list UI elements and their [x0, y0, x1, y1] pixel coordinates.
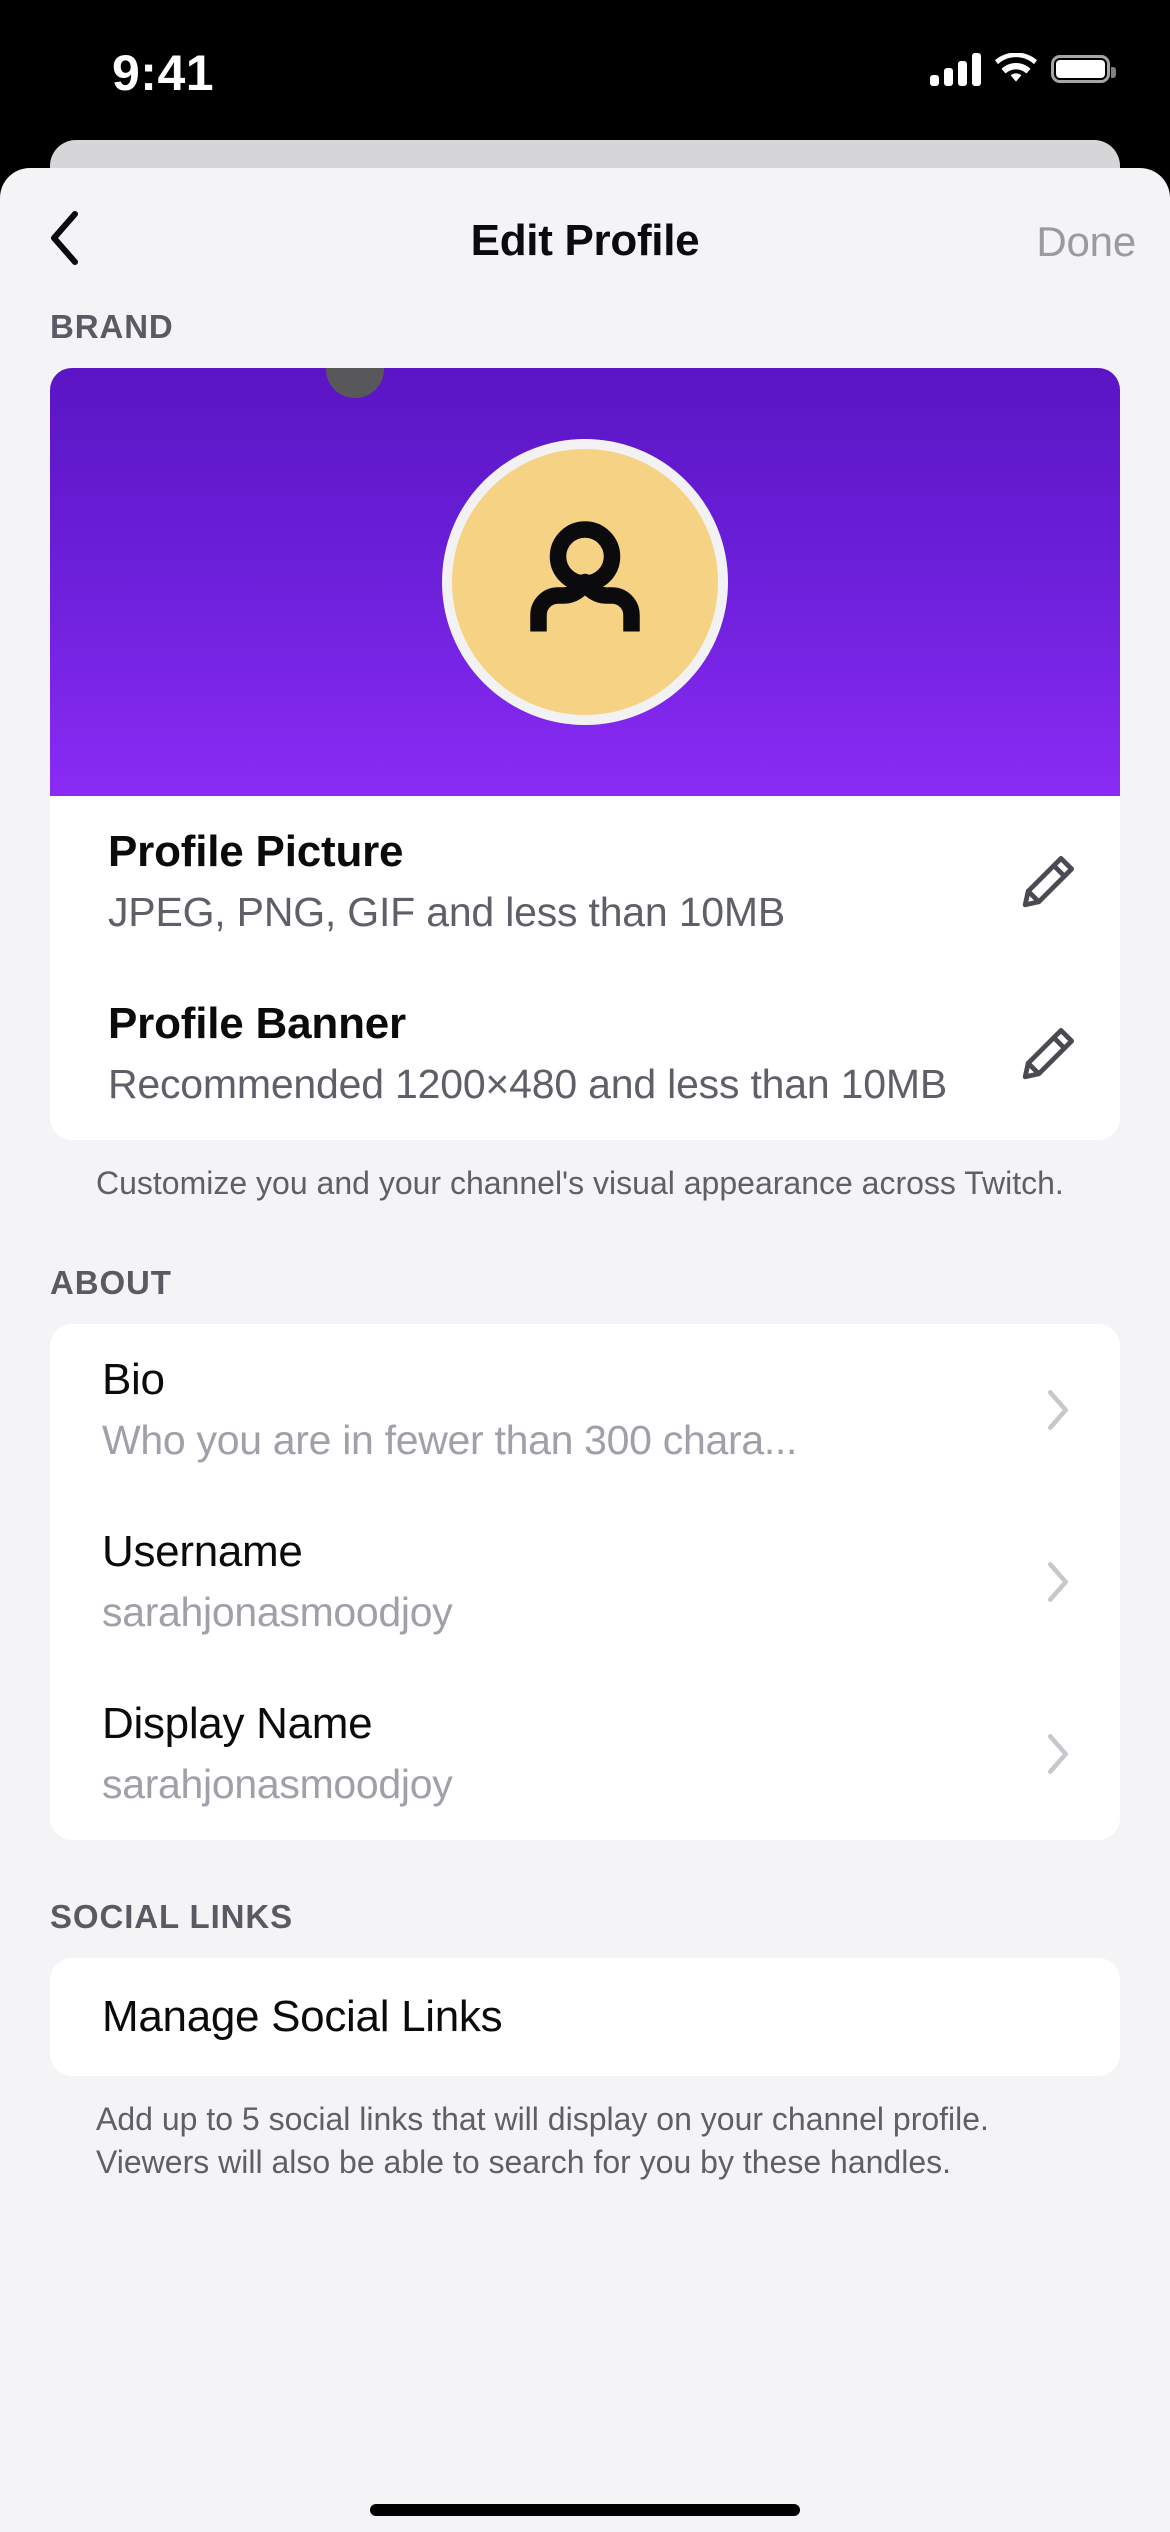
row-profile-picture-text: Profile Picture JPEG, PNG, GIF and less …: [108, 827, 1016, 937]
about-card: Bio Who you are in fewer than 300 chara.…: [50, 1323, 1120, 1840]
home-indicator[interactable]: [370, 2504, 800, 2516]
row-profile-banner[interactable]: Profile Banner Recommended 1200×480 and …: [50, 968, 1120, 1140]
row-bio[interactable]: Bio Who you are in fewer than 300 chara.…: [50, 1324, 1120, 1496]
chevron-right-icon: [1047, 1561, 1069, 1602]
row-profile-banner-subtitle: Recommended 1200×480 and less than 10MB: [108, 1060, 947, 1107]
row-display-name-label: Display Name: [102, 1699, 373, 1749]
row-username-text: Username sarahjonasmoodjoy: [102, 1527, 1036, 1636]
section-header-social-links: SOCIAL LINKS: [50, 1897, 294, 1935]
social-links-card: Manage Social Links: [50, 1957, 1120, 2076]
chevron-right-icon: [1047, 1389, 1069, 1430]
row-username-label: Username: [102, 1527, 303, 1577]
section-footer-social-links: Add up to 5 social links that will displ…: [96, 2100, 989, 2181]
row-bio-label: Bio: [102, 1355, 165, 1405]
row-manage-social-links-label: Manage Social Links: [102, 1991, 503, 2041]
pencil-icon[interactable]: [1016, 850, 1080, 914]
row-profile-banner-text: Profile Banner Recommended 1200×480 and …: [108, 999, 1016, 1109]
page-title: Edit Profile: [470, 216, 700, 265]
row-username-value: sarahjonasmoodjoy: [102, 1589, 453, 1636]
cellular-signal-icon: [930, 52, 981, 86]
row-profile-picture-subtitle: JPEG, PNG, GIF and less than 10MB: [108, 888, 786, 935]
avatar[interactable]: [442, 439, 728, 725]
person-avatar-icon: [530, 521, 640, 632]
row-profile-picture-title: Profile Picture: [108, 826, 404, 876]
status-bar-indicators: [930, 52, 1116, 86]
section-header-about: ABOUT: [50, 1263, 172, 1301]
pencil-icon[interactable]: [1016, 1022, 1080, 1086]
wifi-icon: [995, 53, 1037, 82]
section-footer-brand: Customize you and your channel's visual …: [96, 1165, 1064, 1201]
battery-full-icon: [1051, 55, 1116, 83]
banner-gradient: [50, 368, 1120, 796]
row-bio-value: Who you are in fewer than 300 chara...: [102, 1417, 798, 1464]
row-display-name-value: sarahjonasmoodjoy: [102, 1761, 453, 1808]
row-username[interactable]: Username sarahjonasmoodjoy: [50, 1496, 1120, 1668]
navigation-bar: Edit Profile Done: [0, 168, 1170, 308]
status-bar: 9:41: [0, 0, 1170, 150]
chevron-right-icon: [1047, 1733, 1069, 1774]
section-header-brand: BRAND: [50, 308, 174, 345]
row-display-name-text: Display Name sarahjonasmoodjoy: [102, 1699, 1036, 1808]
row-bio-text: Bio Who you are in fewer than 300 chara.…: [102, 1355, 1036, 1464]
row-manage-social-links[interactable]: Manage Social Links: [50, 1958, 1120, 2076]
row-display-name[interactable]: Display Name sarahjonasmoodjoy: [50, 1668, 1120, 1840]
status-bar-time: 9:41: [112, 45, 215, 101]
row-profile-banner-title: Profile Banner: [108, 998, 406, 1048]
brand-card: Profile Picture JPEG, PNG, GIF and less …: [50, 368, 1120, 1140]
drag-handle-dot-overlay: [326, 368, 384, 398]
row-profile-picture[interactable]: Profile Picture JPEG, PNG, GIF and less …: [50, 796, 1120, 968]
profile-banner-preview[interactable]: [50, 368, 1120, 796]
done-button[interactable]: Done: [1036, 218, 1136, 266]
edit-profile-sheet: Edit Profile Done BRAND Profile Picture …: [0, 168, 1170, 2532]
